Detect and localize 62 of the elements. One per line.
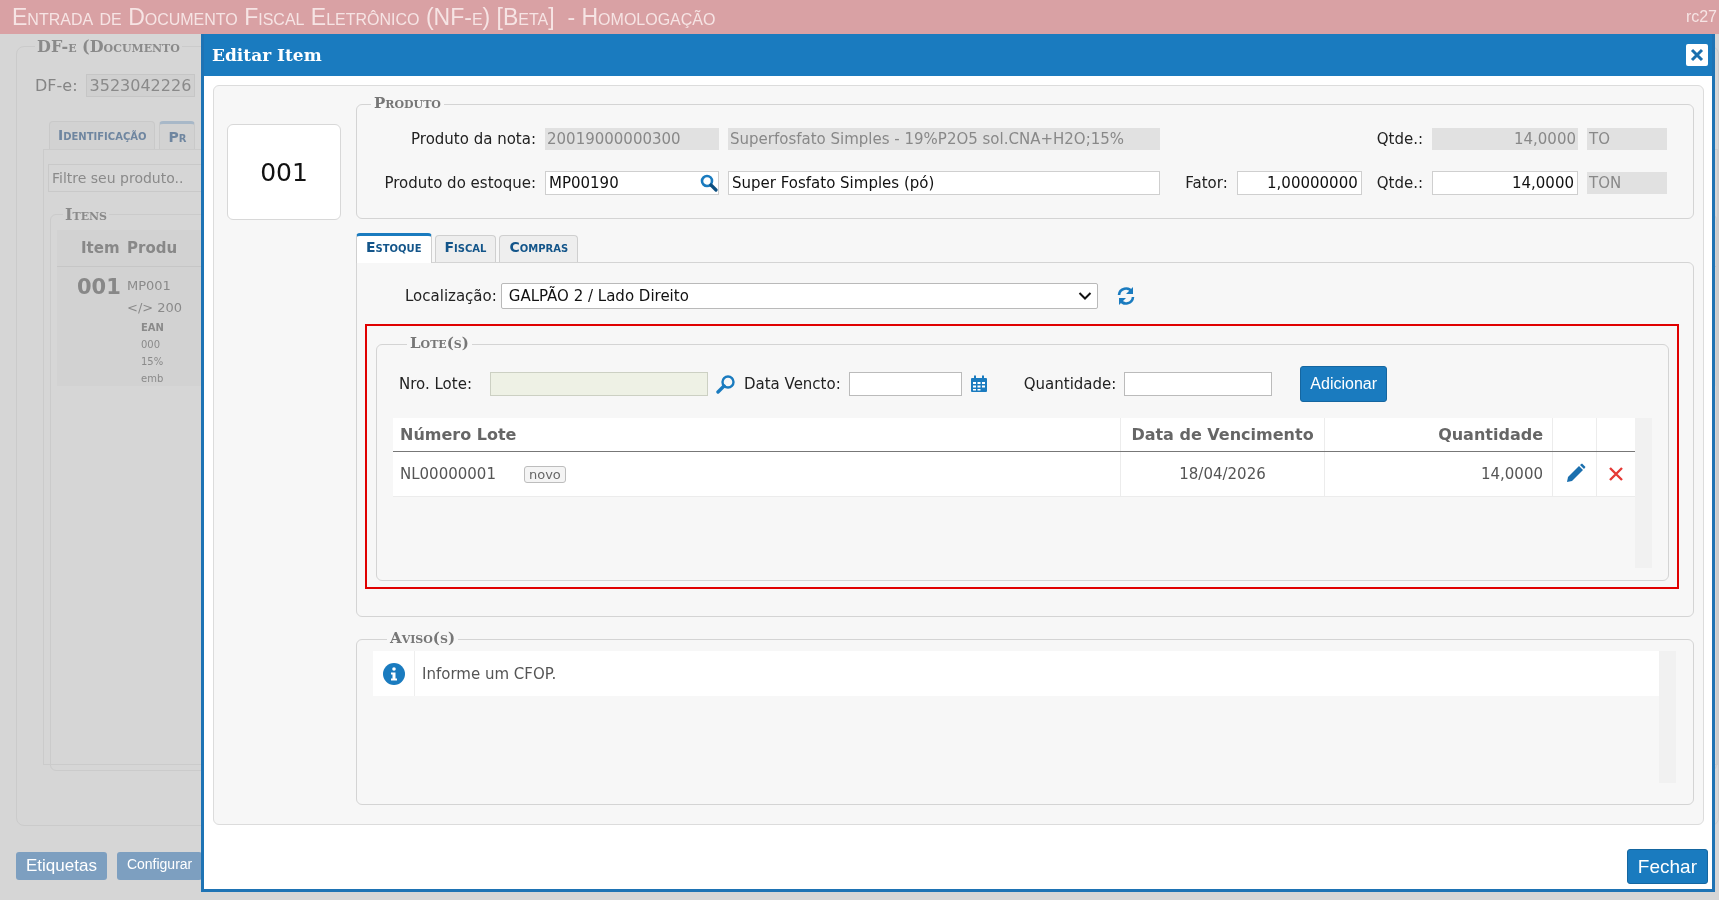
description-field[interactable]: Super Fosfato Simples (pó) — [728, 171, 1160, 195]
column-header: Data de Vencimento — [1121, 418, 1325, 451]
dialog-title: Editar Item — [212, 45, 322, 65]
quantity-field[interactable] — [1124, 372, 1273, 396]
factor-field[interactable]: 1,00000000 — [1236, 171, 1362, 195]
calendar-icon[interactable] — [969, 375, 988, 393]
status-tag: novo — [523, 465, 566, 483]
refresh-icon[interactable] — [1115, 286, 1136, 306]
quantity-field: 14,0000 — [1432, 128, 1578, 150]
product-detail: EAN — [140, 321, 165, 335]
product-text: MP001 — [127, 277, 172, 295]
quantity-field[interactable]: 14,0000 — [1432, 171, 1578, 195]
field-label: Qtde.: — [1376, 174, 1423, 192]
item-number-box: 001 — [227, 124, 341, 220]
location-dropdown[interactable]: GALPÃO 2 / Lado Direito — [500, 283, 1098, 309]
add-button[interactable]: Adicionar — [1300, 366, 1387, 402]
tab[interactable]: Compras — [499, 235, 579, 262]
field-label: Produto do estoque: — [383, 174, 536, 192]
field-label: Localização: — [405, 287, 497, 305]
section-legend: DF-e (Documento — [35, 37, 182, 56]
date-field[interactable] — [848, 372, 962, 396]
column-header: Item — [80, 239, 121, 257]
table-cell: NL00000001 — [400, 465, 496, 483]
chevron-icon — [1077, 291, 1092, 301]
version-label: rc27 — [1685, 8, 1717, 26]
product-detail: 15% — [140, 355, 165, 369]
info-icon — [382, 662, 405, 685]
unit-field: TO — [1587, 128, 1667, 150]
field-label: DF-e: — [35, 76, 78, 95]
table-cell: 18/04/2026 — [1121, 452, 1325, 496]
item-number: 001 — [76, 275, 122, 301]
message-text: Informe um CFOP. — [421, 664, 557, 683]
tab[interactable]: Fiscal — [434, 235, 497, 262]
close-button[interactable]: Fechar — [1626, 849, 1708, 884]
table-cell: 14,0000 — [1325, 452, 1553, 496]
lot-number-field[interactable] — [489, 372, 708, 396]
dfe-field: 3523042226 — [85, 74, 196, 97]
unit-field: TON — [1587, 172, 1667, 194]
tab[interactable]: Estoque — [356, 233, 432, 263]
product-detail: 000 — [140, 338, 162, 352]
column-header: Produ — [126, 239, 179, 257]
app-title: Entrada de Documento Fiscal Eletrônico (NF-e) [Beta] - Homologação — [12, 3, 716, 31]
field-value: MP00190 — [549, 173, 619, 194]
field-label: Data Vencto: — [743, 375, 841, 393]
search-icon[interactable] — [715, 374, 736, 394]
field-label: Produto da nota: — [410, 130, 536, 148]
column-header: Quantidade — [1325, 418, 1553, 451]
field-label: Quantidade: — [1023, 375, 1117, 393]
close-icon[interactable] — [1686, 44, 1708, 66]
field-label: Nro. Lote: — [399, 375, 472, 393]
column-header: Número Lote — [393, 418, 1121, 451]
field-label: Qtde.: — [1376, 130, 1423, 148]
product-code-field: 20019000000300 — [545, 128, 719, 150]
product-code-field[interactable]: MP00190 — [545, 171, 719, 195]
delete-icon[interactable] — [1608, 466, 1624, 482]
description-field: Superfosfato Simples - 19%P2O5 sol.CNA+H2O;15% — [728, 128, 1160, 150]
section-legend: Lote(s) — [407, 334, 472, 352]
product-detail: emb — [140, 372, 165, 386]
field-label: Fator: — [1185, 174, 1228, 192]
search-icon[interactable] — [700, 174, 718, 192]
product-text: </> 200 — [127, 299, 183, 317]
section-legend: Aviso(s) — [387, 629, 458, 647]
